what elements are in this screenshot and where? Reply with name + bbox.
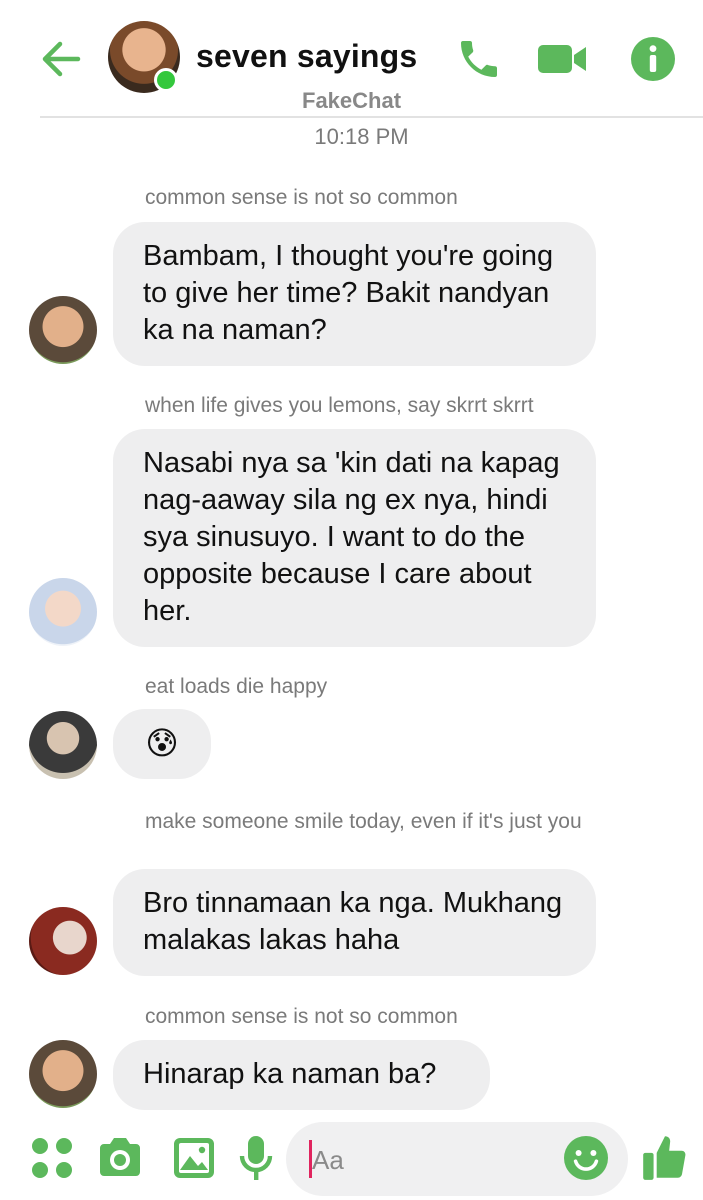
microphone-icon[interactable] bbox=[236, 1132, 276, 1184]
avatar[interactable] bbox=[29, 1040, 97, 1108]
apps-grid-icon[interactable] bbox=[28, 1132, 76, 1184]
page-title[interactable]: seven sayings bbox=[196, 38, 417, 75]
page-subtitle: FakeChat bbox=[302, 88, 402, 113]
thumbs-up-icon[interactable] bbox=[640, 1130, 690, 1184]
emoji-icon[interactable] bbox=[562, 1134, 610, 1182]
message-input-placeholder: Aa bbox=[312, 1145, 344, 1175]
avatar[interactable] bbox=[29, 578, 97, 646]
message-bubble[interactable]: Nasabi nya sa 'kin dati na kapag nag-aaw… bbox=[113, 429, 596, 647]
sender-name: common sense is not so common bbox=[145, 186, 458, 209]
video-camera-icon[interactable] bbox=[536, 35, 588, 83]
sender-name: common sense is not so common bbox=[145, 1005, 458, 1028]
emoji-message[interactable]: 😰 bbox=[113, 709, 211, 779]
message-bubble[interactable]: Bambam, I thought you're going to give h… bbox=[113, 222, 596, 366]
sender-name: make someone smile today, even if it's j… bbox=[145, 810, 582, 833]
avatar[interactable] bbox=[29, 296, 97, 364]
info-icon[interactable] bbox=[629, 35, 677, 83]
avatar[interactable] bbox=[29, 907, 97, 975]
sender-name: when life gives you lemons, say skrrt sk… bbox=[145, 394, 534, 417]
message-bubble[interactable]: Hinarap ka naman ba? bbox=[113, 1040, 490, 1110]
online-indicator bbox=[154, 68, 178, 92]
camera-icon[interactable] bbox=[96, 1132, 144, 1184]
avatar[interactable] bbox=[29, 711, 97, 779]
arrow-left-icon[interactable] bbox=[38, 36, 84, 82]
timestamp: 10:18 PM bbox=[314, 124, 409, 149]
message-bubble[interactable]: Bro tinnamaan ka nga. Mukhang malakas la… bbox=[113, 869, 596, 976]
sender-name: eat loads die happy bbox=[145, 675, 328, 698]
image-icon[interactable] bbox=[170, 1132, 218, 1184]
phone-icon[interactable] bbox=[455, 35, 503, 83]
header-divider bbox=[40, 116, 703, 118]
